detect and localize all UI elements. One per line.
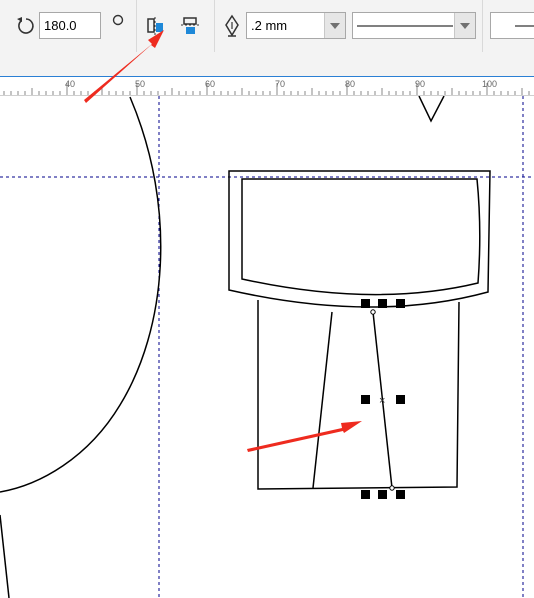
- rotation-angle-input[interactable]: 180.0: [39, 12, 101, 39]
- ruler-ticks: [3, 83, 530, 95]
- pocket-flap-inner[interactable]: [241, 178, 481, 296]
- pocket-seam-line[interactable]: [312, 311, 333, 489]
- ruler-label: 60: [205, 79, 216, 89]
- toolbar-gap: [0, 52, 534, 76]
- pocket-flap-outer[interactable]: [228, 170, 491, 308]
- selection-handle[interactable]: [396, 395, 405, 404]
- selection-handle[interactable]: [378, 490, 387, 499]
- chevron-down-icon[interactable]: [324, 13, 345, 38]
- selection-handle[interactable]: [361, 490, 370, 499]
- line-end-preview: [515, 25, 534, 26]
- horizontal-ruler: 40 50 60 70 80 90 100: [0, 76, 534, 96]
- mirror-vertical-icon[interactable]: [178, 14, 202, 38]
- ruler-label: 70: [275, 79, 286, 89]
- rotation-angle-value: 180.0: [44, 18, 77, 33]
- curve-shape[interactable]: [0, 96, 162, 493]
- property-bar: 180.0 .2 mm: [0, 0, 534, 53]
- selection-handle[interactable]: [361, 395, 370, 404]
- origin-circle-icon[interactable]: [112, 14, 124, 26]
- ruler-label: 100: [482, 79, 498, 89]
- ruler-label: 90: [415, 79, 426, 89]
- selection-handle[interactable]: [361, 299, 370, 308]
- outline-width-value: .2 mm: [251, 18, 288, 33]
- pocket-body[interactable]: [257, 300, 460, 490]
- outline-width-select[interactable]: .2 mm: [246, 12, 346, 39]
- selection-handle[interactable]: [396, 299, 405, 308]
- ruler-label: 80: [345, 79, 356, 89]
- rotate-icon[interactable]: [14, 14, 38, 38]
- drawing-canvas[interactable]: ×: [0, 96, 534, 598]
- center-marker: ×: [379, 395, 385, 407]
- v-shape[interactable]: [418, 96, 445, 123]
- pen-nib-icon[interactable]: [222, 13, 242, 39]
- curve-shape[interactable]: [0, 514, 10, 598]
- ruler-label: 50: [135, 79, 146, 89]
- chevron-down-icon[interactable]: [454, 13, 475, 38]
- line-style-preview: [357, 25, 453, 26]
- line-end-select[interactable]: [490, 12, 534, 39]
- line-style-select[interactable]: [352, 12, 476, 39]
- ruler-label: 40: [65, 79, 76, 89]
- mirror-horizontal-icon[interactable]: [145, 14, 169, 38]
- selection-handle[interactable]: [396, 490, 405, 499]
- node-point[interactable]: [389, 485, 395, 491]
- node-point[interactable]: [370, 309, 376, 315]
- selection-handle[interactable]: [378, 299, 387, 308]
